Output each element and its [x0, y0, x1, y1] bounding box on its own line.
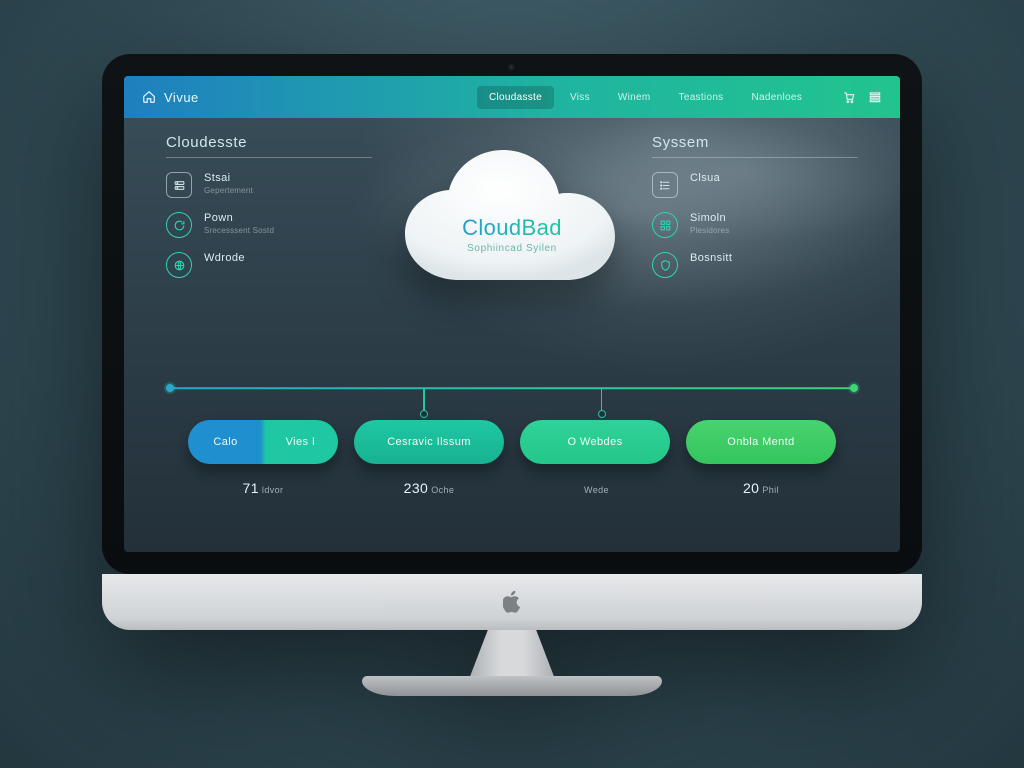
right-feature-0-title: Clsua	[690, 172, 720, 184]
monitor-stand-neck	[457, 630, 567, 676]
left-feature-0[interactable]: Stsai Gepertement	[166, 172, 372, 198]
home-icon	[142, 90, 156, 104]
stat-2: Wede	[520, 480, 670, 496]
right-heading: Syssem	[652, 134, 858, 151]
list-icon	[652, 172, 678, 198]
right-feature-1[interactable]: Simoln Plesidores	[652, 212, 858, 238]
timeline-line	[170, 387, 854, 389]
brand-name: Vivue	[164, 90, 199, 105]
nav-item-0[interactable]: Cloudasste	[477, 86, 554, 109]
stat-3: 20Phil	[686, 480, 836, 496]
camera-dot	[508, 64, 516, 72]
nav-item-3[interactable]: Teastions	[667, 86, 736, 109]
stat-1: 230Oche	[354, 480, 504, 496]
right-column: Syssem Clsua Si	[652, 134, 858, 356]
right-feature-2[interactable]: Bosnsitt	[652, 252, 858, 278]
right-feature-1-title: Simoln	[690, 212, 729, 224]
pill-row: Calo Vies I Cesravic Ilssum O Webdes Onb…	[166, 420, 858, 464]
hero: CloudBad Sophiincad Syilen	[382, 134, 642, 356]
left-feature-list: Stsai Gepertement Pown Srecesssent Sostd	[166, 172, 372, 278]
right-feature-0[interactable]: Clsua	[652, 172, 858, 198]
timeline-section: Calo Vies I Cesravic Ilssum O Webdes Onb…	[166, 362, 858, 552]
stat-0: 71ldvor	[188, 480, 338, 496]
nav-utility	[842, 90, 882, 104]
top-nav: Vivue Cloudasste Viss Winem Teastions Na…	[124, 76, 900, 118]
monitor-chin	[102, 574, 922, 630]
nav-item-2[interactable]: Winem	[606, 86, 663, 109]
pill-2[interactable]: O Webdes	[520, 420, 670, 464]
left-feature-0-sub: Gepertement	[204, 186, 253, 195]
pill-0-right: Vies I	[263, 436, 338, 448]
right-feature-1-sub: Plesidores	[690, 226, 729, 235]
nav-item-1[interactable]: Viss	[558, 86, 602, 109]
left-feature-1-title: Pown	[204, 212, 274, 224]
nav-links: Cloudasste Viss Winem Teastions Nadenloe…	[477, 86, 814, 109]
apple-logo-icon	[503, 591, 521, 613]
globe-icon	[166, 252, 192, 278]
cart-icon[interactable]	[842, 90, 856, 104]
monitor-frame: Vivue Cloudasste Viss Winem Teastions Na…	[102, 54, 922, 714]
server-icon	[166, 172, 192, 198]
app-screen: Vivue Cloudasste Viss Winem Teastions Na…	[124, 76, 900, 552]
divider	[652, 157, 858, 158]
stats-row: 71ldvor 230Oche Wede 20Phil	[166, 480, 858, 496]
left-feature-2-title: Wdrode	[204, 252, 245, 264]
timeline-end-dot	[850, 384, 858, 392]
divider	[166, 157, 372, 158]
right-feature-list: Clsua Simoln Plesidores	[652, 172, 858, 278]
left-feature-1-sub: Srecesssent Sostd	[204, 226, 274, 235]
left-feature-2[interactable]: Wdrode	[166, 252, 372, 278]
hero-title: CloudBad	[462, 215, 562, 241]
brand[interactable]: Vivue	[142, 90, 199, 105]
pill-0-left: Calo	[188, 436, 263, 448]
grid-icon	[652, 212, 678, 238]
pill-1[interactable]: Cesravic Ilssum	[354, 420, 504, 464]
menu-icon[interactable]	[868, 90, 882, 104]
left-heading: Cloudesste	[166, 134, 372, 151]
timeline-connector-1	[423, 388, 425, 412]
timeline-connector-2	[601, 388, 603, 412]
monitor-stand-foot	[362, 676, 662, 696]
timeline	[170, 384, 854, 392]
right-feature-2-title: Bosnsitt	[690, 252, 732, 264]
left-feature-1[interactable]: Pown Srecesssent Sostd	[166, 212, 372, 238]
pill-3[interactable]: Onbla Mentd	[686, 420, 836, 464]
nav-item-4[interactable]: Nadenloes	[739, 86, 814, 109]
main-area: Cloudesste Stsai Gepertement	[124, 118, 900, 552]
cloud-graphic: CloudBad Sophiincad Syilen	[387, 140, 637, 300]
shield-icon	[652, 252, 678, 278]
pill-0[interactable]: Calo Vies I	[188, 420, 338, 464]
monitor-bezel: Vivue Cloudasste Viss Winem Teastions Na…	[102, 54, 922, 574]
refresh-icon	[166, 212, 192, 238]
left-column: Cloudesste Stsai Gepertement	[166, 134, 372, 356]
timeline-start-dot	[166, 384, 174, 392]
hero-subtitle: Sophiincad Syilen	[467, 243, 557, 254]
left-feature-0-title: Stsai	[204, 172, 253, 184]
